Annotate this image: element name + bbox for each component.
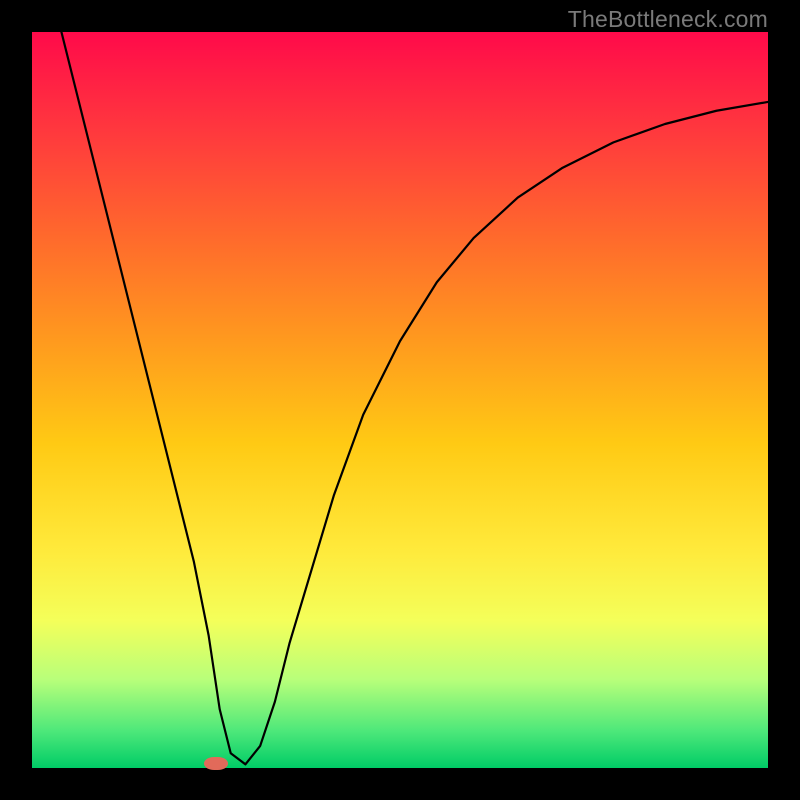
- chart-frame: TheBottleneck.com: [0, 0, 800, 800]
- bottleneck-curve: [32, 32, 768, 768]
- plot-area: [32, 32, 768, 768]
- optimal-point-marker: [204, 757, 228, 770]
- watermark-text: TheBottleneck.com: [568, 6, 768, 33]
